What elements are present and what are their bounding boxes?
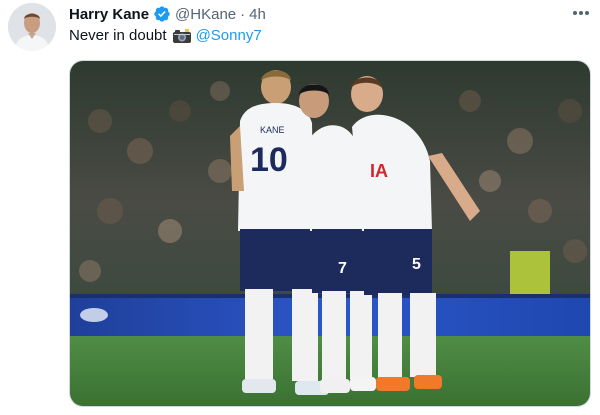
tweet-header: Harry Kane @HKane · 4h [69, 4, 266, 24]
celebration-photo: KANE 10 7 IA 5 [70, 61, 590, 406]
author-handle[interactable]: @HKane [175, 6, 236, 23]
shirt-name-kane: KANE [260, 125, 285, 135]
tweet-text: Never in doubt @Sonny7 [69, 26, 262, 46]
shorts-number-right: 5 [412, 256, 421, 273]
camera-with-flash-icon [172, 28, 192, 44]
tweet-media-photo[interactable]: KANE 10 7 IA 5 [69, 60, 591, 407]
avatar-photo [8, 3, 56, 51]
verified-badge-icon [153, 5, 171, 23]
mention-link[interactable]: @Sonny7 [196, 26, 262, 46]
separator-dot: · [240, 5, 246, 23]
shorts-number-son: 7 [338, 260, 347, 277]
tweet[interactable]: Harry Kane @HKane · 4h Never in doubt @S… [0, 0, 600, 415]
shirt-sponsor: IA [370, 161, 388, 181]
shirt-number-kane: 10 [250, 141, 288, 179]
author-avatar[interactable] [8, 3, 56, 51]
tweet-text-body: Never in doubt [69, 27, 167, 44]
more-dots-icon[interactable] [570, 4, 592, 22]
author-display-name[interactable]: Harry Kane [69, 6, 149, 23]
tweet-timestamp[interactable]: 4h [249, 6, 266, 23]
